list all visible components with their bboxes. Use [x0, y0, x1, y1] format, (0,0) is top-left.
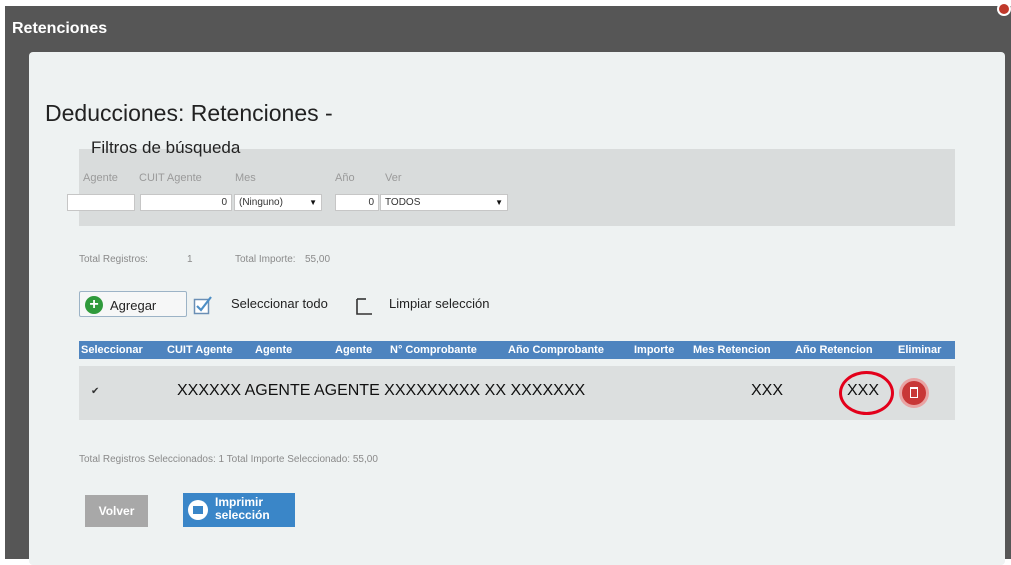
- highlight-circle: [839, 371, 894, 415]
- ver-label: Ver: [385, 172, 402, 184]
- table-row[interactable]: ✔ XXXXXX AGENTE AGENTE XXXXXXXXX XX XXXX…: [79, 366, 955, 420]
- clear-selection-link[interactable]: Limpiar selección: [389, 296, 489, 311]
- column-header[interactable]: Agente: [255, 344, 292, 356]
- cuit-agente-input[interactable]: 0: [140, 194, 232, 211]
- filters-panel: [79, 149, 955, 226]
- add-button-label: Agregar: [110, 298, 157, 313]
- row-main-text: XXXXXX AGENTE AGENTE XXXXXXXXX XX XXXXXX…: [177, 382, 586, 399]
- total-registros-value: 1: [187, 254, 193, 265]
- anio-input[interactable]: 0: [335, 194, 379, 211]
- page-title: Deducciones: Retenciones -: [45, 100, 333, 126]
- chevron-down-icon: ▼: [309, 198, 317, 207]
- selection-summary: Total Registros Seleccionados: 1 Total I…: [79, 454, 378, 465]
- close-icon[interactable]: [997, 2, 1011, 16]
- row-checkbox[interactable]: ✔: [91, 386, 99, 397]
- checkbox-empty-icon[interactable]: [355, 296, 373, 316]
- retenciones-window: Retenciones Deducciones: Retenciones - F…: [5, 2, 1011, 565]
- filters-title: Filtros de búsqueda: [91, 138, 241, 157]
- window-title: Retenciones: [12, 20, 108, 37]
- checkbox-checked-icon[interactable]: [193, 295, 213, 315]
- cuit-agente-label: CUIT Agente: [139, 172, 202, 184]
- add-icon: +: [85, 296, 103, 314]
- ver-select[interactable]: TODOS ▼: [380, 194, 508, 211]
- total-registros-label: Total Registros:: [79, 254, 148, 265]
- total-importe-label: Total Importe:: [235, 254, 296, 265]
- print-selection-button[interactable]: Imprimir selección: [183, 493, 295, 527]
- column-header[interactable]: Eliminar: [898, 344, 941, 356]
- back-button[interactable]: Volver: [85, 495, 148, 527]
- trash-icon: [910, 387, 918, 398]
- column-header[interactable]: Importe: [634, 344, 674, 356]
- add-button[interactable]: + Agregar: [79, 291, 187, 317]
- column-header[interactable]: Seleccionar: [81, 344, 143, 356]
- mes-select[interactable]: (Ninguno) ▼: [234, 194, 322, 211]
- column-header[interactable]: Mes Retencion: [693, 344, 771, 356]
- content-panel: Deducciones: Retenciones - Filtros de bú…: [29, 52, 1005, 565]
- chevron-down-icon: ▼: [495, 198, 503, 207]
- column-header[interactable]: N° Comprobante: [390, 344, 477, 356]
- delete-button[interactable]: [902, 381, 926, 405]
- anio-label: Año: [335, 172, 355, 184]
- column-header[interactable]: Año Retencion: [795, 344, 873, 356]
- column-header[interactable]: Agente: [335, 344, 372, 356]
- column-header[interactable]: CUIT Agente: [167, 344, 233, 356]
- total-importe-value: 55,00: [305, 254, 331, 265]
- agente-label: Agente: [83, 172, 118, 184]
- table-header: Seleccionar CUIT Agente Agente Agente N°…: [79, 341, 955, 359]
- column-header[interactable]: Año Comprobante: [508, 344, 604, 356]
- print-selection-label: Imprimir selección: [215, 495, 270, 522]
- select-all-link[interactable]: Seleccionar todo: [231, 296, 328, 311]
- mes-label: Mes: [235, 172, 256, 184]
- ver-select-value: TODOS: [385, 197, 421, 208]
- row-mes-retencion: XXX: [751, 382, 784, 399]
- printer-icon: [188, 500, 208, 520]
- mes-select-value: (Ninguno): [239, 197, 283, 208]
- agente-input[interactable]: [67, 194, 135, 211]
